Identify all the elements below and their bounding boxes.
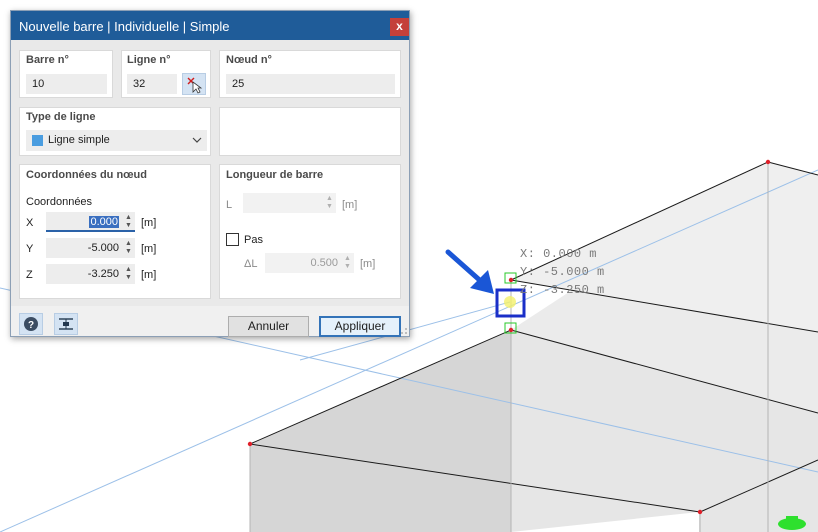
- member-no-field[interactable]: 10: [26, 74, 107, 94]
- node-no-field[interactable]: 25: [226, 74, 395, 94]
- line-no-field[interactable]: 32: [127, 74, 177, 94]
- help-icon[interactable]: ?: [19, 313, 43, 335]
- delta-l-label: ΔL: [244, 258, 258, 270]
- node-point[interactable]: [697, 509, 703, 515]
- coord-y-spinner[interactable]: ▲ ▼: [124, 240, 133, 256]
- coord-z-spinner[interactable]: ▲ ▼: [124, 266, 133, 282]
- line-type-group: Type de ligne Ligne simple: [19, 107, 211, 156]
- line-type-value: Ligne simple: [48, 134, 110, 146]
- coord-x-input[interactable]: 0.000 ▲ ▼: [46, 212, 135, 232]
- support-icon-base: [786, 516, 798, 526]
- coord-y-unit: [m]: [141, 243, 157, 255]
- coord-x-spinner[interactable]: ▲ ▼: [124, 214, 133, 230]
- dialog-footer: ? Annuler Appliquer: [11, 306, 409, 337]
- node-point[interactable]: [765, 159, 771, 165]
- member-no-group: Barre n° 10: [19, 50, 113, 98]
- length-l-label: L: [226, 199, 233, 211]
- chevron-down-icon: [192, 137, 202, 143]
- node-no-group: Nœud n° 25: [219, 50, 401, 98]
- node-point[interactable]: [247, 441, 253, 447]
- cancel-button[interactable]: Annuler: [228, 316, 309, 337]
- coord-y-input[interactable]: -5.000 ▲ ▼: [46, 238, 135, 258]
- pick-line-icon[interactable]: [182, 73, 206, 95]
- dialog-titlebar[interactable]: Nouvelle barre | Individuelle | Simple x: [11, 11, 409, 40]
- delta-l-value: 0.500: [310, 257, 338, 269]
- line-no-label: Ligne n°: [127, 54, 171, 66]
- coord-z-label: Z: [26, 269, 33, 281]
- snap-node-icon[interactable]: [54, 313, 78, 335]
- new-node-glow: [504, 296, 516, 308]
- length-l-unit: [m]: [342, 199, 358, 211]
- resize-grip-icon[interactable]: [399, 326, 408, 335]
- svg-text:?: ?: [28, 320, 34, 331]
- coord-x-label: X: [26, 217, 34, 229]
- step-checkbox[interactable]: [226, 233, 239, 246]
- delta-l-input: 0.500 ▲ ▼: [265, 253, 354, 273]
- length-l-spinner: ▲ ▼: [326, 195, 333, 210]
- new-member-dialog: Nouvelle barre | Individuelle | Simple x…: [10, 10, 410, 337]
- delta-l-spinner: ▲ ▼: [344, 255, 351, 270]
- coord-readout-z: Z: -3.250 m: [520, 283, 605, 297]
- annotation-arrow-shaft: [445, 249, 487, 287]
- coord-z-unit: [m]: [141, 269, 157, 281]
- box-front-face: [250, 330, 511, 532]
- close-button[interactable]: x: [390, 18, 409, 36]
- coord-x-value: 0.000: [89, 216, 119, 228]
- coord-z-value: -3.250: [87, 268, 119, 280]
- member-length-group: Longueur de barre L ▲ ▼ [m] Pas ΔL 0.500 …: [219, 164, 401, 299]
- dialog-title: Nouvelle barre | Individuelle | Simple: [19, 19, 230, 34]
- length-l-input: ▲ ▼: [243, 193, 336, 213]
- dialog-body: Barre n° 10 Ligne n° 32 Nœud n° 25 Type …: [11, 40, 409, 337]
- coord-z-input[interactable]: -3.250 ▲ ▼: [46, 264, 135, 284]
- coord-x-unit: [m]: [141, 217, 157, 229]
- step-label: Pas: [244, 234, 263, 246]
- line-type-title: Type de ligne: [26, 111, 96, 123]
- coord-y-value: -5.000: [87, 242, 119, 254]
- delta-l-unit: [m]: [360, 258, 376, 270]
- line-type-swatch: [32, 135, 43, 146]
- line-no-group: Ligne n° 32: [121, 50, 211, 98]
- coord-readout-x: X: 0.000 m: [520, 247, 597, 261]
- node-point[interactable]: [508, 327, 514, 333]
- node-coords-title: Coordonnées du nœud: [26, 169, 147, 181]
- empty-group: [219, 107, 401, 156]
- line-type-select[interactable]: Ligne simple: [26, 130, 207, 151]
- member-no-label: Barre n°: [26, 54, 69, 66]
- node-point[interactable]: [508, 277, 514, 283]
- coord-y-label: Y: [26, 243, 34, 255]
- apply-button[interactable]: Appliquer: [319, 316, 401, 337]
- node-no-label: Nœud n°: [226, 54, 272, 66]
- coord-readout-y: Y: -5.000 m: [520, 265, 605, 279]
- member-length-title: Longueur de barre: [226, 169, 324, 181]
- coords-subtitle: Coordonnées: [26, 196, 93, 208]
- node-coords-group: Coordonnées du nœud Coordonnées X 0.000 …: [19, 164, 211, 299]
